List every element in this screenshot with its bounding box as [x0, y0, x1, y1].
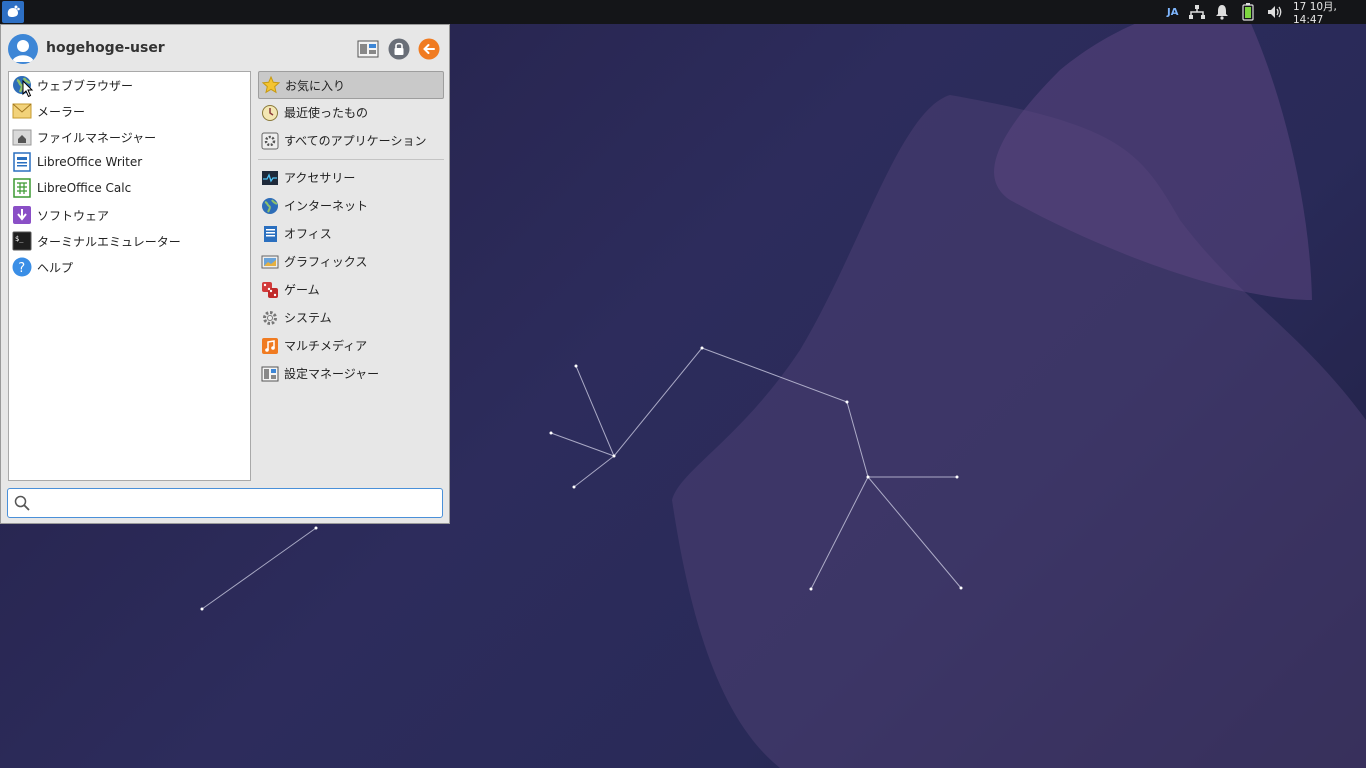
- list-item-label: ファイルマネージャー: [37, 130, 157, 145]
- list-item-label: メーラー: [37, 104, 86, 119]
- star-icon: [262, 76, 280, 94]
- category-label: ゲーム: [284, 283, 320, 297]
- lock-icon: [388, 38, 409, 59]
- settings-manager-icon: [357, 40, 378, 57]
- list-item[interactable]: ファイルマネージャー: [12, 125, 248, 149]
- all-apps-icon: [261, 132, 279, 150]
- list-item-label: ヘルプ: [37, 260, 74, 275]
- username: hogehoge-user: [46, 40, 165, 56]
- whisker-menu-button[interactable]: [2, 1, 24, 23]
- favorites-list: ウェブブラウザー メーラー ファイルマネージャー LibreOffice Wri…: [8, 71, 251, 481]
- category-label: お気に入り: [285, 78, 346, 93]
- search-icon: [14, 495, 30, 511]
- list-item[interactable]: ? ヘルプ: [12, 255, 248, 279]
- user-avatar-icon: [12, 40, 34, 62]
- category-label: インターネット: [284, 199, 369, 213]
- category-graphics[interactable]: グラフィックス: [258, 248, 444, 275]
- graphics-icon: [261, 253, 279, 271]
- list-item-label: LibreOffice Writer: [37, 155, 143, 169]
- mail-icon: [12, 101, 32, 121]
- svg-text:?: ?: [18, 261, 25, 276]
- clock[interactable]: 17 10月, 14:47: [1293, 0, 1366, 26]
- whisker-menu: hogehoge-user ウェブブラウザー メーラー ファイルマネージャー L…: [0, 24, 450, 524]
- category-label: システム: [284, 311, 332, 325]
- category-all-applications[interactable]: すべてのアプリケーション: [258, 127, 444, 154]
- accessories-icon: [261, 169, 279, 187]
- internet-icon: [261, 197, 279, 215]
- category-system[interactable]: システム: [258, 304, 444, 331]
- search-input[interactable]: [36, 493, 440, 515]
- terminal-icon: $_: [12, 231, 32, 251]
- category-label: 最近使ったもの: [284, 106, 369, 120]
- list-item-label: ソフトウェア: [37, 208, 110, 223]
- games-icon: [261, 281, 279, 299]
- list-item[interactable]: LibreOffice Writer: [12, 150, 248, 174]
- user-header: hogehoge-user: [7, 33, 443, 65]
- category-favorites[interactable]: お気に入り: [258, 71, 444, 99]
- search-box[interactable]: [7, 488, 443, 518]
- xfce-mouse-icon: [7, 5, 20, 17]
- category-label: すべてのアプリケーション: [284, 134, 427, 148]
- category-games[interactable]: ゲーム: [258, 276, 444, 303]
- category-label: オフィス: [284, 227, 332, 241]
- notifications-bell-icon[interactable]: [1215, 0, 1229, 24]
- file-manager-icon: [12, 127, 32, 147]
- category-label: マルチメディア: [284, 339, 368, 353]
- category-label: アクセサリー: [284, 171, 356, 185]
- list-item[interactable]: LibreOffice Calc: [12, 176, 248, 200]
- calc-icon: [12, 178, 32, 198]
- categories-list: お気に入り 最近使ったもの すべてのアプリケーション アクセサリー インターネッ…: [258, 71, 444, 481]
- writer-icon: [12, 152, 32, 172]
- keyboard-layout-indicator[interactable]: JA: [1167, 0, 1178, 24]
- list-item[interactable]: $_ ターミナルエミュレーター: [12, 229, 248, 253]
- keyboard-layout-label: JA: [1167, 6, 1179, 18]
- category-internet[interactable]: インターネット: [258, 192, 444, 219]
- list-item-label: LibreOffice Calc: [37, 181, 132, 195]
- top-panel: JA 17 10月, 14:47: [0, 0, 1366, 26]
- all-settings-button[interactable]: [356, 37, 379, 60]
- list-item-label: ターミナルエミュレーター: [37, 234, 181, 249]
- category-label: 設定マネージャー: [284, 367, 380, 381]
- category-multimedia[interactable]: マルチメディア: [258, 332, 444, 359]
- avatar: [8, 34, 38, 64]
- list-item[interactable]: メーラー: [12, 99, 248, 123]
- recent-icon: [261, 104, 279, 122]
- help-icon: ?: [12, 257, 32, 277]
- category-settings-manager[interactable]: 設定マネージャー: [258, 360, 444, 387]
- list-item[interactable]: ウェブブラウザー: [12, 73, 248, 97]
- network-icon[interactable]: [1188, 0, 1206, 24]
- category-accessories[interactable]: アクセサリー: [258, 164, 444, 191]
- list-item[interactable]: ソフトウェア: [12, 203, 248, 227]
- multimedia-icon: [261, 337, 279, 355]
- list-item-label: ウェブブラウザー: [37, 78, 134, 93]
- log-out-button[interactable]: [417, 37, 440, 60]
- software-icon: [12, 205, 32, 225]
- lock-screen-button[interactable]: [387, 37, 410, 60]
- system-icon: [261, 309, 279, 327]
- svg-text:$_: $_: [15, 235, 24, 243]
- category-label: グラフィックス: [284, 255, 368, 269]
- category-office[interactable]: オフィス: [258, 220, 444, 247]
- battery-icon[interactable]: [1242, 0, 1254, 24]
- mouse-cursor-icon: [22, 80, 34, 98]
- log-out-icon: [418, 38, 439, 59]
- category-recent[interactable]: 最近使ったもの: [258, 99, 444, 126]
- separator: [258, 159, 444, 160]
- settings-manager-icon: [261, 365, 279, 383]
- office-icon: [261, 225, 279, 243]
- volume-icon[interactable]: [1266, 0, 1284, 24]
